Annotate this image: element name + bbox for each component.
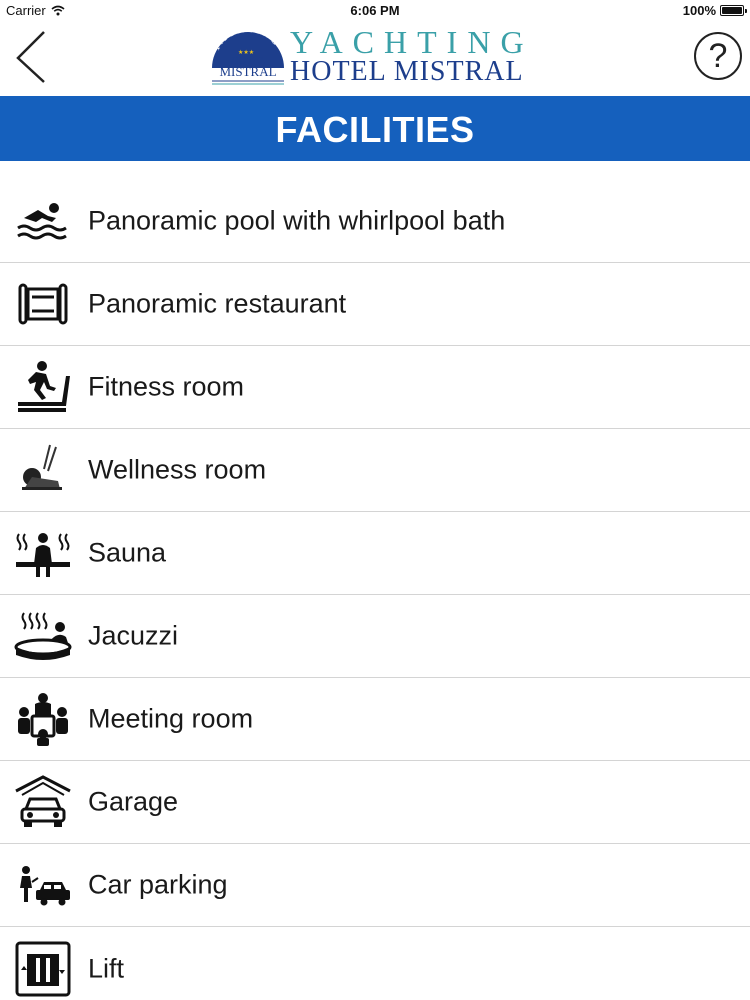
restaurant-icon [18,283,68,325]
battery-percent: 100% [682,3,716,18]
sauna-icon [16,533,70,577]
list-item-label: Lift [88,953,125,983]
nav-bar: YACHTING ★★★ HOTEL MISTRAL YACHTING HOTE… [0,22,750,96]
list-item-meeting[interactable]: Meeting room [0,678,750,761]
status-time: 6:06 PM [350,3,400,18]
page-title: FACILITIES [0,96,750,161]
car-parking-icon [20,866,70,906]
chevron-left-icon [16,31,45,83]
swimmer-icon [17,203,67,240]
list-item-lift[interactable]: Lift [0,927,750,1000]
list-item-label: Jacuzzi [88,620,179,651]
status-bar: Carrier 6:06 PM 100% [0,0,750,22]
battery-icon [720,5,747,16]
list-item-sauna[interactable]: Sauna [0,512,750,595]
list-item-garage[interactable]: Garage [0,761,750,844]
list-item-label: Wellness room [88,454,267,485]
list-item-label: Sauna [88,537,167,568]
hotel-logo: YACHTING ★★★ HOTEL MISTRAL YACHTING HOTE… [208,24,550,90]
list-item-label: Panoramic restaurant [88,288,347,319]
lift-icon [15,941,71,996]
list-item-fitness[interactable]: Fitness room [0,346,750,429]
help-icon: ? [708,37,728,75]
list-item-label: Car parking [88,869,228,900]
help-button[interactable]: ? [694,32,742,80]
garage-icon [15,775,71,827]
list-item-label: Meeting room [88,703,254,734]
list-item-label: Panoramic pool with whirlpool bath [88,205,506,236]
list-item-wellness[interactable]: Wellness room [0,429,750,512]
list-item-pool[interactable]: Panoramic pool with whirlpool bath [0,180,750,263]
logo-word-hotel-mistral: HOTEL MISTRAL [290,56,524,87]
treadmill-icon [18,361,70,412]
list-item-car-parking[interactable]: Car parking [0,844,750,927]
list-item-label: Garage [88,786,179,817]
list-item-jacuzzi[interactable]: Jacuzzi [0,595,750,678]
facility-list: Panoramic pool with whirlpool bath Panor… [0,180,750,1000]
back-button[interactable] [10,28,56,86]
list-item-label: Fitness room [88,371,245,402]
list-item-restaurant[interactable]: Panoramic restaurant [0,263,750,346]
battery-indicator: 100% [682,3,747,18]
logo-badge: YACHTING ★★★ HOTEL MISTRAL [209,24,284,85]
jacuzzi-icon [14,612,72,660]
meeting-icon [18,693,68,746]
logo-badge-line2: MISTRAL [219,64,276,79]
elliptical-icon [22,444,62,490]
